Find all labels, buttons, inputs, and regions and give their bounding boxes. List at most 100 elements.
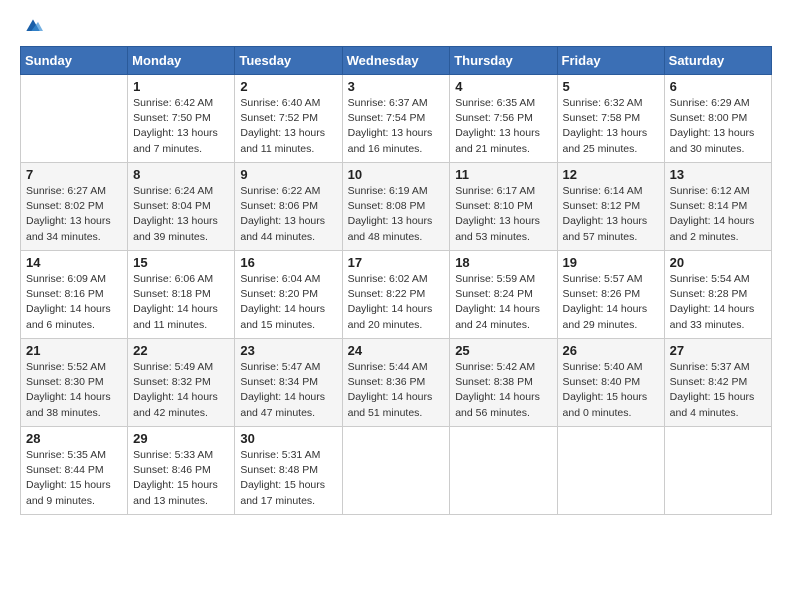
day-number: 26 xyxy=(563,343,659,358)
day-info: Sunrise: 6:14 AMSunset: 8:12 PMDaylight:… xyxy=(563,184,659,245)
day-number: 1 xyxy=(133,79,229,94)
day-number: 4 xyxy=(455,79,551,94)
day-info: Sunrise: 5:57 AMSunset: 8:26 PMDaylight:… xyxy=(563,272,659,333)
day-number: 6 xyxy=(670,79,766,94)
day-info: Sunrise: 6:29 AMSunset: 8:00 PMDaylight:… xyxy=(670,96,766,157)
day-number: 17 xyxy=(348,255,445,270)
day-info: Sunrise: 6:09 AMSunset: 8:16 PMDaylight:… xyxy=(26,272,122,333)
logo-icon xyxy=(23,16,43,36)
day-info: Sunrise: 5:31 AMSunset: 8:48 PMDaylight:… xyxy=(240,448,336,509)
calendar-day-cell: 25 Sunrise: 5:42 AMSunset: 8:38 PMDaylig… xyxy=(450,339,557,427)
calendar-day-cell: 16 Sunrise: 6:04 AMSunset: 8:20 PMDaylig… xyxy=(235,251,342,339)
day-info: Sunrise: 5:42 AMSunset: 8:38 PMDaylight:… xyxy=(455,360,551,421)
calendar-day-cell: 2 Sunrise: 6:40 AMSunset: 7:52 PMDayligh… xyxy=(235,75,342,163)
day-info: Sunrise: 5:49 AMSunset: 8:32 PMDaylight:… xyxy=(133,360,229,421)
calendar-week-row: 28 Sunrise: 5:35 AMSunset: 8:44 PMDaylig… xyxy=(21,427,772,515)
day-info: Sunrise: 6:27 AMSunset: 8:02 PMDaylight:… xyxy=(26,184,122,245)
day-number: 24 xyxy=(348,343,445,358)
day-info: Sunrise: 5:47 AMSunset: 8:34 PMDaylight:… xyxy=(240,360,336,421)
day-info: Sunrise: 6:35 AMSunset: 7:56 PMDaylight:… xyxy=(455,96,551,157)
calendar-day-cell: 6 Sunrise: 6:29 AMSunset: 8:00 PMDayligh… xyxy=(664,75,771,163)
calendar-day-cell: 15 Sunrise: 6:06 AMSunset: 8:18 PMDaylig… xyxy=(128,251,235,339)
calendar-day-cell: 7 Sunrise: 6:27 AMSunset: 8:02 PMDayligh… xyxy=(21,163,128,251)
day-info: Sunrise: 6:22 AMSunset: 8:06 PMDaylight:… xyxy=(240,184,336,245)
day-info: Sunrise: 5:54 AMSunset: 8:28 PMDaylight:… xyxy=(670,272,766,333)
day-number: 21 xyxy=(26,343,122,358)
day-number: 23 xyxy=(240,343,336,358)
day-number: 10 xyxy=(348,167,445,182)
calendar-day-cell: 17 Sunrise: 6:02 AMSunset: 8:22 PMDaylig… xyxy=(342,251,450,339)
day-number: 16 xyxy=(240,255,336,270)
day-info: Sunrise: 6:12 AMSunset: 8:14 PMDaylight:… xyxy=(670,184,766,245)
calendar-day-cell xyxy=(21,75,128,163)
day-info: Sunrise: 6:02 AMSunset: 8:22 PMDaylight:… xyxy=(348,272,445,333)
day-number: 18 xyxy=(455,255,551,270)
day-number: 20 xyxy=(670,255,766,270)
calendar-day-cell: 19 Sunrise: 5:57 AMSunset: 8:26 PMDaylig… xyxy=(557,251,664,339)
weekday-header: Sunday xyxy=(21,47,128,75)
day-info: Sunrise: 5:35 AMSunset: 8:44 PMDaylight:… xyxy=(26,448,122,509)
day-info: Sunrise: 6:40 AMSunset: 7:52 PMDaylight:… xyxy=(240,96,336,157)
weekday-header: Saturday xyxy=(664,47,771,75)
logo xyxy=(20,16,43,36)
day-number: 7 xyxy=(26,167,122,182)
weekday-header: Wednesday xyxy=(342,47,450,75)
day-number: 15 xyxy=(133,255,229,270)
day-number: 5 xyxy=(563,79,659,94)
calendar-day-cell: 27 Sunrise: 5:37 AMSunset: 8:42 PMDaylig… xyxy=(664,339,771,427)
day-number: 12 xyxy=(563,167,659,182)
calendar-day-cell: 11 Sunrise: 6:17 AMSunset: 8:10 PMDaylig… xyxy=(450,163,557,251)
day-info: Sunrise: 5:59 AMSunset: 8:24 PMDaylight:… xyxy=(455,272,551,333)
calendar-body: 1 Sunrise: 6:42 AMSunset: 7:50 PMDayligh… xyxy=(21,75,772,515)
day-number: 25 xyxy=(455,343,551,358)
calendar-day-cell: 3 Sunrise: 6:37 AMSunset: 7:54 PMDayligh… xyxy=(342,75,450,163)
day-info: Sunrise: 6:42 AMSunset: 7:50 PMDaylight:… xyxy=(133,96,229,157)
day-number: 9 xyxy=(240,167,336,182)
calendar-day-cell: 18 Sunrise: 5:59 AMSunset: 8:24 PMDaylig… xyxy=(450,251,557,339)
calendar-day-cell: 4 Sunrise: 6:35 AMSunset: 7:56 PMDayligh… xyxy=(450,75,557,163)
calendar-day-cell: 30 Sunrise: 5:31 AMSunset: 8:48 PMDaylig… xyxy=(235,427,342,515)
day-number: 2 xyxy=(240,79,336,94)
calendar-day-cell xyxy=(450,427,557,515)
calendar-day-cell: 24 Sunrise: 5:44 AMSunset: 8:36 PMDaylig… xyxy=(342,339,450,427)
page-header xyxy=(20,16,772,36)
calendar-day-cell: 29 Sunrise: 5:33 AMSunset: 8:46 PMDaylig… xyxy=(128,427,235,515)
day-number: 29 xyxy=(133,431,229,446)
calendar-week-row: 1 Sunrise: 6:42 AMSunset: 7:50 PMDayligh… xyxy=(21,75,772,163)
day-info: Sunrise: 6:17 AMSunset: 8:10 PMDaylight:… xyxy=(455,184,551,245)
weekday-header: Friday xyxy=(557,47,664,75)
calendar-day-cell: 28 Sunrise: 5:35 AMSunset: 8:44 PMDaylig… xyxy=(21,427,128,515)
day-number: 30 xyxy=(240,431,336,446)
day-number: 14 xyxy=(26,255,122,270)
day-info: Sunrise: 6:32 AMSunset: 7:58 PMDaylight:… xyxy=(563,96,659,157)
day-info: Sunrise: 6:24 AMSunset: 8:04 PMDaylight:… xyxy=(133,184,229,245)
calendar-day-cell: 10 Sunrise: 6:19 AMSunset: 8:08 PMDaylig… xyxy=(342,163,450,251)
day-number: 3 xyxy=(348,79,445,94)
calendar-header: SundayMondayTuesdayWednesdayThursdayFrid… xyxy=(21,47,772,75)
day-info: Sunrise: 5:44 AMSunset: 8:36 PMDaylight:… xyxy=(348,360,445,421)
calendar-day-cell: 8 Sunrise: 6:24 AMSunset: 8:04 PMDayligh… xyxy=(128,163,235,251)
day-number: 8 xyxy=(133,167,229,182)
calendar-day-cell: 9 Sunrise: 6:22 AMSunset: 8:06 PMDayligh… xyxy=(235,163,342,251)
calendar-day-cell: 20 Sunrise: 5:54 AMSunset: 8:28 PMDaylig… xyxy=(664,251,771,339)
calendar-table: SundayMondayTuesdayWednesdayThursdayFrid… xyxy=(20,46,772,515)
calendar-day-cell: 14 Sunrise: 6:09 AMSunset: 8:16 PMDaylig… xyxy=(21,251,128,339)
day-number: 27 xyxy=(670,343,766,358)
day-info: Sunrise: 5:52 AMSunset: 8:30 PMDaylight:… xyxy=(26,360,122,421)
calendar-day-cell xyxy=(664,427,771,515)
day-number: 13 xyxy=(670,167,766,182)
calendar-day-cell xyxy=(342,427,450,515)
day-info: Sunrise: 6:19 AMSunset: 8:08 PMDaylight:… xyxy=(348,184,445,245)
weekday-header: Monday xyxy=(128,47,235,75)
day-number: 19 xyxy=(563,255,659,270)
day-info: Sunrise: 6:37 AMSunset: 7:54 PMDaylight:… xyxy=(348,96,445,157)
calendar-week-row: 21 Sunrise: 5:52 AMSunset: 8:30 PMDaylig… xyxy=(21,339,772,427)
calendar-day-cell: 22 Sunrise: 5:49 AMSunset: 8:32 PMDaylig… xyxy=(128,339,235,427)
calendar-day-cell: 1 Sunrise: 6:42 AMSunset: 7:50 PMDayligh… xyxy=(128,75,235,163)
calendar-day-cell: 5 Sunrise: 6:32 AMSunset: 7:58 PMDayligh… xyxy=(557,75,664,163)
calendar-week-row: 7 Sunrise: 6:27 AMSunset: 8:02 PMDayligh… xyxy=(21,163,772,251)
day-info: Sunrise: 5:40 AMSunset: 8:40 PMDaylight:… xyxy=(563,360,659,421)
day-number: 28 xyxy=(26,431,122,446)
calendar-day-cell: 21 Sunrise: 5:52 AMSunset: 8:30 PMDaylig… xyxy=(21,339,128,427)
day-info: Sunrise: 5:33 AMSunset: 8:46 PMDaylight:… xyxy=(133,448,229,509)
